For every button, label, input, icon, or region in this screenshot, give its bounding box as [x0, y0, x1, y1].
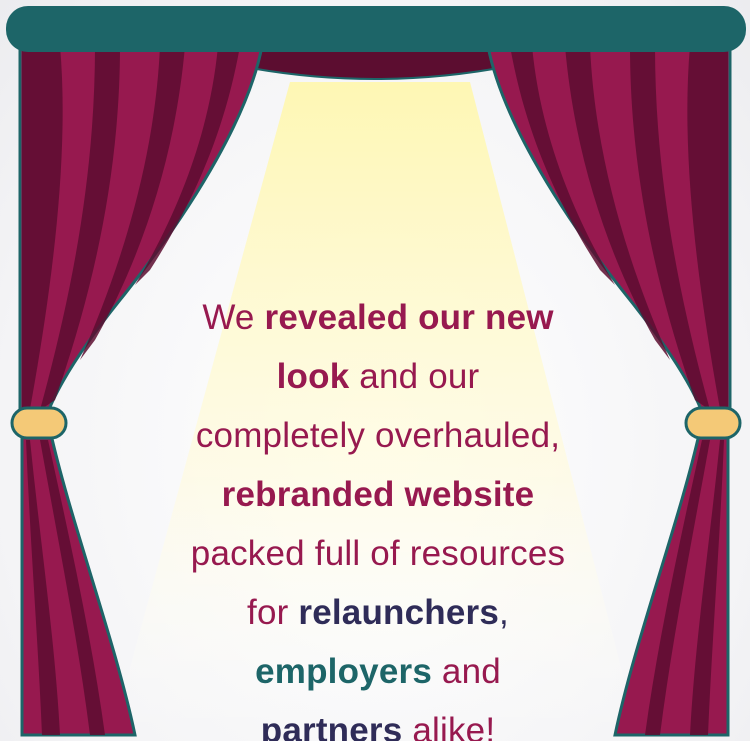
- message-line-4: rebranded website: [221, 475, 535, 514]
- announcement-message: We revealed our new look and our complet…: [130, 288, 626, 741]
- message-line-6: for relaunchers,: [247, 593, 509, 632]
- curtain-rod: [6, 6, 746, 52]
- message-line-8: partners alike!: [260, 711, 496, 741]
- right-tieback: [684, 406, 742, 440]
- message-line-5: packed full of resources: [190, 534, 566, 573]
- stage-illustration: We revealed our new look and our complet…: [0, 0, 750, 741]
- message-line-1: We revealed our new: [202, 298, 554, 337]
- message-line-7: employers and: [255, 652, 501, 691]
- left-tieback: [10, 406, 68, 440]
- message-line-2: look and our: [276, 357, 480, 396]
- message-line-3: completely overhauled,: [195, 416, 561, 455]
- curtain-valance: [239, 47, 511, 80]
